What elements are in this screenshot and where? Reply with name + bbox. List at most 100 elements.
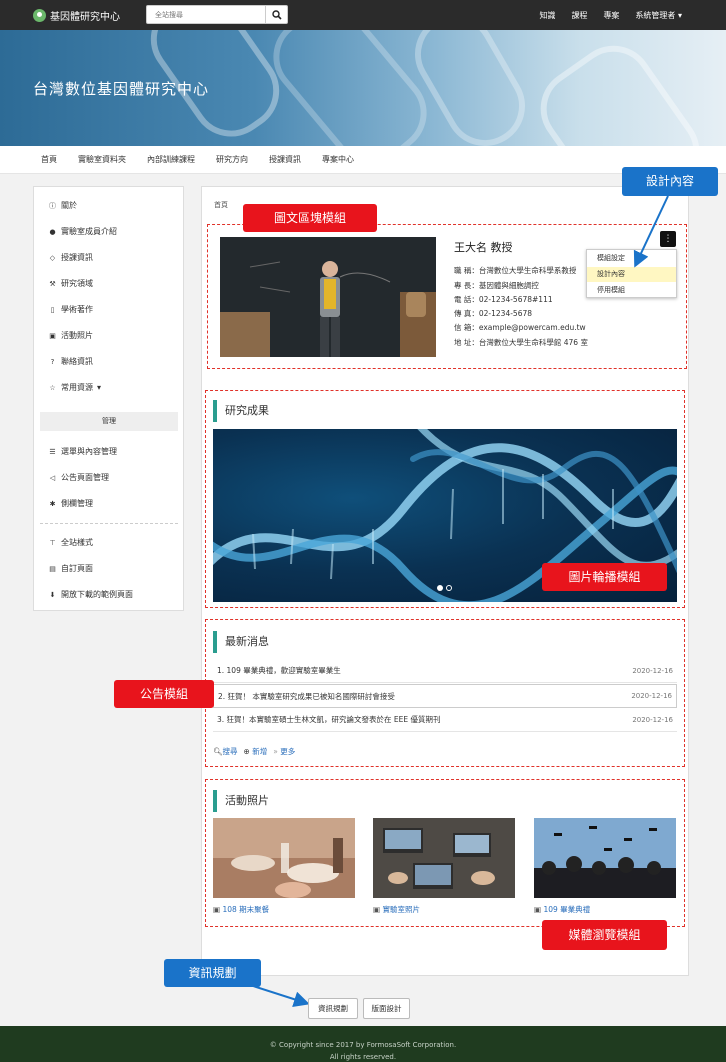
nav-courses[interactable]: 課程	[571, 10, 587, 21]
caret-down-icon: ▾	[97, 383, 102, 392]
sidebar-item-announcement-management[interactable]: ◁ 公告頁面管理	[48, 472, 109, 483]
news-item[interactable]: 1. 109 畢業典禮，歡迎實驗室畢業生 2020-12-16	[213, 659, 677, 683]
sidebar-item-sample-pages[interactable]: ⬇ 開放下載的範例頁面	[48, 589, 133, 600]
nav-knowledge[interactable]: 知識	[539, 10, 555, 21]
dinner-photo	[213, 818, 355, 898]
news-actions: 🔍︎搜尋 ⊕ 新增 » 更多	[213, 746, 295, 757]
menu-item-design-content[interactable]: 設計內容	[587, 267, 676, 282]
sidebar-item-photos[interactable]: ▣ 活動照片	[48, 330, 93, 341]
subnav-internal-training[interactable]: 內部訓練課程	[147, 154, 195, 165]
info-icon: ⓘ	[49, 201, 56, 210]
news-item[interactable]: 2. 狂賀！ 本實驗室研究成果已被知名國際研討會接受 2020-12-16	[213, 684, 677, 708]
sidebar-item-custom-page[interactable]: ▤ 自訂頁面	[48, 563, 93, 574]
sidebar-item-members[interactable]: ● 實驗室成員介紹	[48, 226, 117, 237]
banner-title: 台灣數位基因體研究中心	[33, 80, 210, 98]
search-button[interactable]	[266, 5, 288, 24]
carousel-indicator[interactable]	[446, 585, 452, 591]
module-menu-button[interactable]: ⋮	[660, 231, 676, 247]
menu-item-module-settings[interactable]: 模組設定	[587, 251, 676, 266]
top-nav: 知識 課程 專案 系統管理者 ▾	[523, 10, 682, 21]
arrow-to-info-planning	[249, 984, 310, 1007]
subnav-project-center[interactable]: 專案中心	[322, 154, 354, 165]
layout-design-button[interactable]: 版面設計	[363, 998, 410, 1019]
photo-thumbnail[interactable]	[534, 818, 676, 898]
photo-caption[interactable]: 109 畢業典禮	[543, 905, 590, 914]
sidebar-item-research-field[interactable]: ⚒ 研究領域	[48, 278, 93, 289]
news-search-link[interactable]: 🔍︎搜尋	[213, 746, 238, 757]
question-icon: ?	[50, 357, 55, 366]
annotation-carousel-module: 圖片輪播模組	[542, 563, 667, 591]
sidebar-item-label: 開放下載的範例頁面	[61, 590, 133, 599]
photo-thumbnail[interactable]	[213, 818, 355, 898]
lab-photo	[373, 818, 515, 898]
image-icon: ▣	[213, 905, 221, 914]
teacher-photo	[220, 237, 436, 357]
news-item-date: 2020-12-16	[631, 692, 672, 700]
news-add-link[interactable]: ⊕ 新增	[244, 746, 268, 757]
plus-circle-icon: ⊕	[243, 747, 250, 756]
file-icon: ▯	[50, 305, 55, 314]
star-icon: ☆	[49, 383, 56, 392]
subnav-research-direction[interactable]: 研究方向	[216, 154, 248, 165]
footer-copyright: © Copyright since 2017 by FormosaSoft Co…	[269, 1041, 457, 1049]
wrench-icon: ⚒	[49, 279, 56, 288]
sidebar-item-about[interactable]: ⓘ 關於	[48, 200, 77, 211]
photo-caption-link[interactable]: ▣ 實驗室照片	[373, 904, 420, 915]
news-item-title[interactable]: 1. 109 畢業典禮，歡迎實驗室畢業生	[217, 665, 341, 676]
sidebar-item-contact[interactable]: ? 聯絡資訊	[48, 356, 93, 367]
subnav-teaching-info[interactable]: 授課資訊	[269, 154, 301, 165]
page-icon: ▤	[49, 564, 56, 573]
news-add-label[interactable]: 新增	[252, 747, 267, 756]
photo-thumbnail[interactable]	[373, 818, 515, 898]
sidebar-item-teaching[interactable]: ◇ 授課資訊	[48, 252, 93, 263]
sidebar-item-resources[interactable]: ☆ 常用資源 ▾	[48, 382, 101, 393]
brush-icon: ⊤	[49, 538, 56, 547]
brand[interactable]: 基因體研究中心	[33, 8, 120, 23]
news-more-link[interactable]: » 更多	[273, 746, 295, 757]
sidebar-item-menu-management[interactable]: ☰ 選單與內容管理	[48, 446, 117, 457]
photo-caption-link[interactable]: ▣ 109 畢業典禮	[534, 904, 590, 915]
photo-caption-link[interactable]: ▣ 108 期末聚餐	[213, 904, 269, 915]
teacher-title: 職 稱：台灣數位大學生命科學系教授	[454, 266, 577, 275]
carousel-indicator-active[interactable]	[437, 585, 443, 591]
photo-caption[interactable]: 實驗室照片	[382, 905, 420, 914]
search-box	[146, 5, 288, 24]
module-context-menu: 模組設定 設計內容 停用模組	[586, 249, 677, 298]
sidebar-item-sidebar-management[interactable]: ✱ 側欄管理	[48, 498, 93, 509]
annotation-design-content: 設計內容	[622, 167, 718, 196]
sidebar-item-label: 自訂頁面	[61, 564, 93, 573]
footer-rights: All rights reserved.	[329, 1053, 397, 1061]
megaphone-icon: ◁	[49, 473, 56, 482]
sidebar-item-label: 研究領域	[61, 279, 93, 288]
sidebar-item-publications[interactable]: ▯ 學術著作	[48, 304, 93, 315]
news-item-title[interactable]: 3. 狂賀！本實驗室碩士生林文凱，研究論文發表於在 EEE 優質期刊	[217, 714, 441, 725]
annotation-announcement-module: 公告模組	[114, 680, 214, 708]
sidebar-item-label: 選單與內容管理	[61, 447, 117, 456]
subnav-home[interactable]: 首頁	[41, 154, 57, 165]
sidebar-item-site-style[interactable]: ⊤ 全站樣式	[48, 537, 93, 548]
news-item-title[interactable]: 2. 狂賀！ 本實驗室研究成果已被知名國際研討會接受	[218, 691, 395, 702]
sidebar-item-label: 全站樣式	[61, 538, 93, 547]
banner-decoration	[524, 30, 716, 146]
nav-admin-menu[interactable]: 系統管理者 ▾	[635, 10, 682, 21]
search-icon	[271, 9, 282, 20]
menu-item-disable-module[interactable]: 停用模組	[587, 283, 676, 298]
info-planning-button[interactable]: 資訊規劃	[308, 998, 358, 1019]
annotation-media-module: 媒體瀏覽模組	[542, 920, 667, 950]
subnav-lab-folder[interactable]: 實驗室資料夾	[78, 154, 126, 165]
sidebar-admin-heading: 管理	[40, 412, 178, 431]
news-search-label[interactable]: 搜尋	[223, 747, 238, 756]
teacher-fax: 傳 真：02-1234-5678	[454, 309, 533, 318]
top-bar: 基因體研究中心 知識 課程 專案 系統管理者 ▾	[0, 0, 726, 30]
news-item-date: 2020-12-16	[632, 715, 673, 724]
sidebar-item-label: 學術著作	[61, 305, 93, 314]
annotation-text-block-module: 圖文區塊模組	[243, 204, 377, 232]
photo-caption[interactable]: 108 期末聚餐	[222, 905, 269, 914]
teacher-phone: 電 話：02-1234-5678#111	[454, 295, 553, 304]
search-input[interactable]	[146, 5, 266, 24]
breadcrumb[interactable]: 首頁	[214, 200, 228, 210]
news-item[interactable]: 3. 狂賀！本實驗室碩士生林文凱，研究論文發表於在 EEE 優質期刊 2020-…	[213, 708, 677, 732]
nav-projects[interactable]: 專案	[603, 10, 619, 21]
news-more-label[interactable]: 更多	[280, 747, 295, 756]
gear-icon: ✱	[49, 499, 56, 508]
